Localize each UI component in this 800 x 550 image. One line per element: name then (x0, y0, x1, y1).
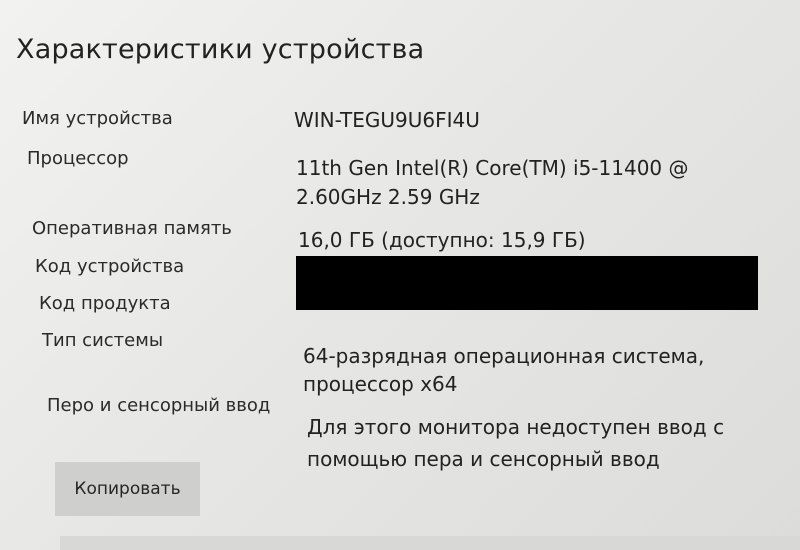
processor-value-line-1: 11th Gen Intel(R) Core(TM) i5-11400 @ (296, 156, 689, 180)
ram-label: Оперативная память (32, 218, 232, 239)
processor-value-line-2: 2.60GHz 2.59 GHz (296, 185, 480, 209)
device-name-label: Имя устройства (22, 108, 173, 129)
product-id-label: Код продукта (39, 293, 171, 314)
device-id-label: Код устройства (35, 256, 185, 277)
pen-touch-value-line-2: помощью пера и сенсорный ввод (307, 447, 660, 471)
pen-touch-value-line-1: Для этого монитора недоступен ввод с (307, 415, 725, 439)
system-type-value-line-2: процессор x64 (303, 372, 458, 396)
system-type-label: Тип системы (42, 330, 164, 351)
partially-visible-lower-control (60, 536, 800, 550)
pen-touch-label: Перо и сенсорный ввод (47, 395, 271, 416)
device-specifications-screen: Характеристики устройства Имя устройства… (0, 0, 800, 550)
device-specifications-title: Характеристики устройства (16, 34, 425, 65)
device-name-value: WIN-TEGU9U6FI4U (294, 108, 480, 132)
ram-value: 16,0 ГБ (доступно: 15,9 ГБ) (298, 228, 586, 252)
copy-button[interactable]: Копировать (55, 462, 200, 516)
redacted-device-and-product-id (296, 256, 758, 310)
system-type-value-line-1: 64-разрядная операционная система, (303, 344, 705, 368)
processor-label: Процессор (27, 148, 129, 169)
